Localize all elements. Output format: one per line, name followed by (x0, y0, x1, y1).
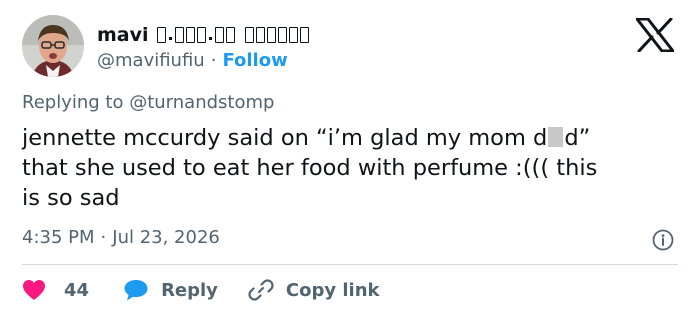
replying-to-line: Replying to @turnandstomp (22, 92, 274, 113)
link-icon (248, 277, 274, 303)
display-name-row: mavi (97, 22, 309, 48)
tweet-text: jennette mccurdy said on “i’m glad my mo… (22, 123, 682, 213)
avatar[interactable] (22, 15, 84, 77)
copy-link-label: Copy link (285, 279, 380, 301)
tweet-text-line-2: that she used to eat her food with perfu… (22, 155, 598, 181)
reply-target-handle[interactable]: @turnandstomp (129, 92, 274, 113)
tweet-date[interactable]: Jul 23, 2026 (112, 227, 220, 248)
tweet-text-line-1-end: d” (564, 125, 591, 151)
like-count: 44 (64, 279, 90, 301)
tweet-card: mavi @mavifiufiu · Follow Replying to @t… (0, 0, 700, 318)
x-logo-icon[interactable] (635, 17, 675, 53)
timestamp-row: 4:35 PM · Jul 23, 2026 (22, 227, 220, 248)
tweet-text-line-1-start: jennette mccurdy said on “i’m glad my mo… (22, 125, 548, 151)
tweet-time[interactable]: 4:35 PM (22, 227, 95, 248)
heart-icon (22, 279, 46, 301)
user-block: mavi @mavifiufiu · Follow (97, 22, 309, 71)
handle-row: @mavifiufiu · Follow (97, 50, 309, 71)
user-handle[interactable]: @mavifiufiu (97, 50, 205, 71)
avatar-image (22, 15, 84, 77)
unrendered-name-glyphs (156, 27, 309, 43)
divider (22, 264, 678, 265)
copy-link-button[interactable]: Copy link (248, 277, 380, 303)
reply-label: Reply (161, 279, 218, 301)
timestamp-separator: · (100, 227, 107, 248)
action-bar: 44 Reply Copy link (22, 276, 380, 304)
handle-separator: · (210, 50, 217, 71)
info-icon[interactable] (652, 229, 674, 251)
tweet-text-line-3: is so sad (22, 185, 120, 211)
replying-prefix: Replying to (22, 92, 124, 113)
display-name[interactable]: mavi (97, 24, 149, 46)
speech-bubble-icon (123, 278, 149, 302)
reply-button[interactable]: Reply (123, 278, 218, 302)
like-button[interactable]: 44 (22, 279, 89, 301)
follow-button[interactable]: Follow (222, 50, 287, 71)
tweet-text-line-1: jennette mccurdy said on “i’m glad my mo… (22, 123, 682, 153)
censor-mark (548, 127, 564, 147)
